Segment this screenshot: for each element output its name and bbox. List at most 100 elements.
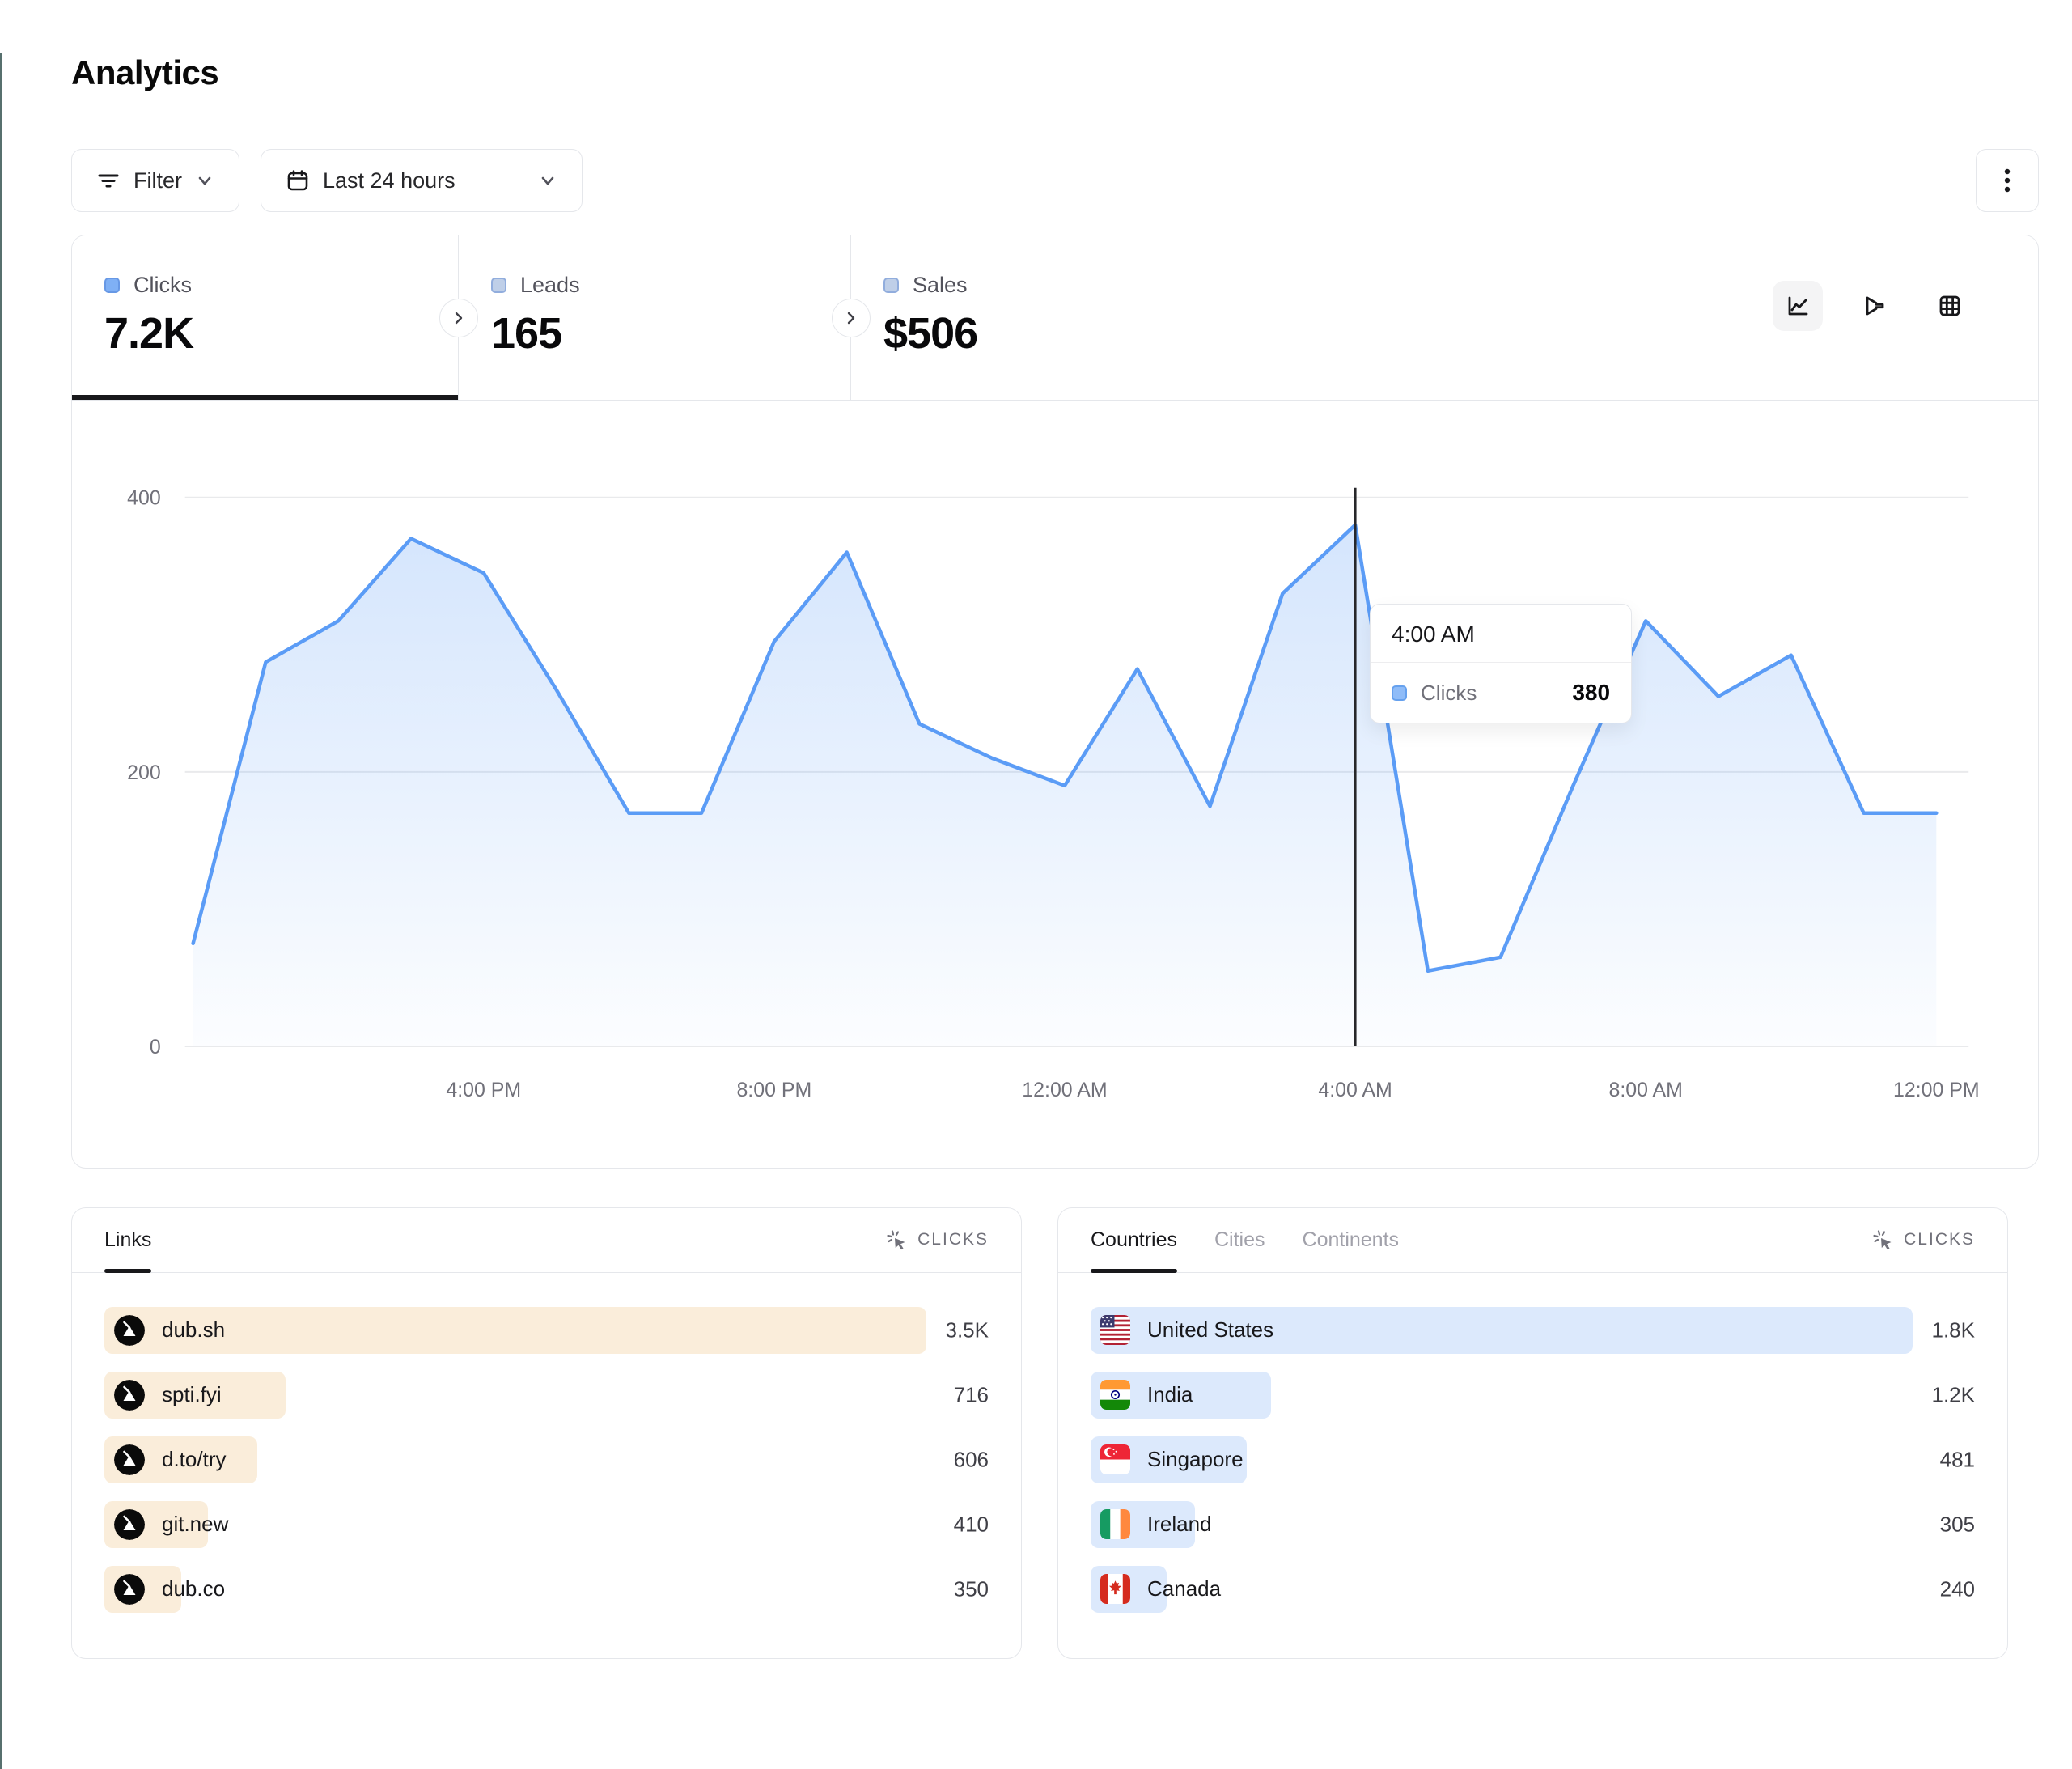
chevron-down-icon	[195, 171, 214, 190]
dub-logo-icon	[114, 1315, 145, 1346]
link-row[interactable]: d.to/try 606	[104, 1436, 989, 1483]
clicks-chart-area: 0 200 400 4:00 PM 8:00 PM 12:00 AM 4:00 AM 8:00…	[72, 401, 2038, 1168]
sales-marker-icon	[883, 278, 899, 293]
leads-marker-icon	[491, 278, 506, 293]
tooltip-series-marker-icon	[1392, 685, 1407, 701]
table-view-button[interactable]	[1925, 281, 1975, 331]
clicks-value: 7.2K	[104, 308, 458, 358]
line-chart-view-button[interactable]	[1773, 281, 1823, 331]
cursor-click-icon	[1871, 1228, 1894, 1251]
tooltip-series-label: Clicks	[1421, 681, 1477, 706]
svg-text:400: 400	[127, 487, 161, 510]
link-row[interactable]: git.new410	[104, 1501, 989, 1548]
row-clicks-value: 481	[1940, 1447, 1975, 1472]
links-metric-label: CLICKS	[917, 1230, 989, 1249]
line-chart-icon	[1784, 292, 1811, 320]
svg-text:8:00 PM: 8:00 PM	[736, 1079, 811, 1101]
toolbar: Filter Last 24 hours	[71, 149, 2039, 212]
link-label: git.new	[162, 1512, 228, 1537]
country-row[interactable]: Ireland 305	[1091, 1501, 1975, 1548]
row-clicks-value: 606	[954, 1447, 989, 1472]
page-title: Analytics	[71, 53, 2072, 92]
geo-panel-header: Countries Cities Continents CLICKS	[1058, 1208, 2007, 1273]
dub-logo-icon	[114, 1380, 145, 1411]
links-tab-label: Links	[104, 1228, 151, 1252]
country-row[interactable]: United States 1.8K	[1091, 1307, 1975, 1354]
link-row[interactable]: dub.co350	[104, 1566, 989, 1613]
filter-button-label: Filter	[133, 168, 182, 193]
clicks-chart[interactable]: 0 200 400 4:00 PM 8:00 PM 12:00 AM 4:00 AM 8:00…	[72, 401, 2038, 1168]
country-row[interactable]: India1.2K	[1091, 1372, 1975, 1419]
leads-tab-label: Leads	[520, 273, 580, 298]
chevron-right-icon	[450, 309, 468, 327]
chart-tooltip: 4:00 AM Clicks 380	[1370, 604, 1632, 723]
continents-tab-label: Continents	[1303, 1228, 1400, 1252]
country-label: Ireland	[1147, 1512, 1212, 1537]
svg-text:0: 0	[150, 1036, 161, 1058]
dub-logo-icon	[114, 1509, 145, 1540]
sg-flag-icon	[1100, 1444, 1130, 1474]
svg-text:200: 200	[127, 761, 161, 784]
svg-text:4:00 AM: 4:00 AM	[1318, 1079, 1392, 1101]
clicks-marker-icon	[104, 278, 120, 293]
row-clicks-value: 305	[1940, 1512, 1975, 1537]
link-label: spti.fyi	[162, 1382, 222, 1407]
countries-tab-label: Countries	[1091, 1228, 1177, 1252]
link-row[interactable]: spti.fyi 716	[104, 1372, 989, 1419]
tab-countries[interactable]: Countries	[1091, 1208, 1177, 1272]
country-label: Canada	[1147, 1576, 1221, 1601]
analytics-card: Clicks 7.2K Leads 165 Sales	[71, 235, 2039, 1169]
date-range-button[interactable]: Last 24 hours	[261, 149, 583, 212]
stats-next-button[interactable]	[439, 299, 478, 337]
ie-flag-icon	[1100, 1509, 1130, 1539]
filter-button[interactable]: Filter	[71, 149, 239, 212]
link-row[interactable]: dub.sh 3.5K	[104, 1307, 989, 1354]
chevron-down-icon	[538, 171, 557, 190]
row-clicks-value: 3.5K	[946, 1317, 989, 1343]
country-label: India	[1147, 1382, 1193, 1407]
links-metric-toggle[interactable]: CLICKS	[885, 1208, 989, 1272]
svg-text:4:00 PM: 4:00 PM	[446, 1079, 521, 1101]
countries-list: United States 1.8K India1.2K Singapore 481 Ir…	[1058, 1273, 2007, 1613]
country-row[interactable]: Canada 240	[1091, 1566, 1975, 1613]
geo-panel: Countries Cities Continents CLICKS Unite…	[1057, 1207, 2008, 1659]
row-clicks-value: 716	[954, 1382, 989, 1407]
links-panel-header: Links CLICKS	[72, 1208, 1021, 1273]
tab-leads[interactable]: Leads 165	[459, 235, 851, 400]
link-label: dub.sh	[162, 1317, 225, 1343]
leads-value: 165	[491, 308, 850, 358]
in-flag-icon	[1100, 1380, 1130, 1410]
dub-logo-icon	[114, 1574, 145, 1605]
row-clicks-value: 240	[1940, 1576, 1975, 1601]
geo-metric-toggle[interactable]: CLICKS	[1871, 1208, 1975, 1272]
tab-clicks[interactable]: Clicks 7.2K	[72, 235, 459, 400]
filter-icon	[96, 168, 121, 193]
svg-text:8:00 AM: 8:00 AM	[1608, 1079, 1682, 1101]
breakdown-panels: Links CLICKS dub.sh 3.5K spti.fyi 716 d.to/t…	[71, 1207, 2008, 1659]
tab-cities[interactable]: Cities	[1214, 1208, 1265, 1272]
link-label: d.to/try	[162, 1447, 226, 1472]
tab-continents[interactable]: Continents	[1303, 1208, 1400, 1272]
svg-text:12:00 AM: 12:00 AM	[1022, 1079, 1107, 1101]
sales-tab-label: Sales	[913, 273, 968, 298]
cities-tab-label: Cities	[1214, 1228, 1265, 1252]
country-label: United States	[1147, 1317, 1273, 1343]
funnel-chart-view-button[interactable]	[1849, 281, 1899, 331]
tooltip-time: 4:00 AM	[1371, 605, 1631, 663]
country-label: Singapore	[1147, 1447, 1244, 1472]
dub-logo-icon	[114, 1444, 145, 1475]
stats-next-button[interactable]	[832, 299, 871, 337]
geo-metric-label: CLICKS	[1904, 1230, 1975, 1249]
more-options-button[interactable]	[1976, 149, 2039, 212]
us-flag-icon	[1100, 1315, 1130, 1345]
country-row[interactable]: Singapore 481	[1091, 1436, 1975, 1483]
stats-tabs-row: Clicks 7.2K Leads 165 Sales	[72, 235, 2038, 401]
chart-view-switcher	[1773, 281, 1975, 331]
link-label: dub.co	[162, 1576, 225, 1601]
links-list: dub.sh 3.5K spti.fyi 716 d.to/try 606 git.new4…	[72, 1273, 1021, 1613]
tab-links[interactable]: Links	[104, 1208, 151, 1272]
row-clicks-value: 1.8K	[1932, 1317, 1976, 1343]
table-grid-icon	[1936, 292, 1964, 320]
date-range-label: Last 24 hours	[323, 168, 456, 193]
links-panel: Links CLICKS dub.sh 3.5K spti.fyi 716 d.to/t…	[71, 1207, 1022, 1659]
